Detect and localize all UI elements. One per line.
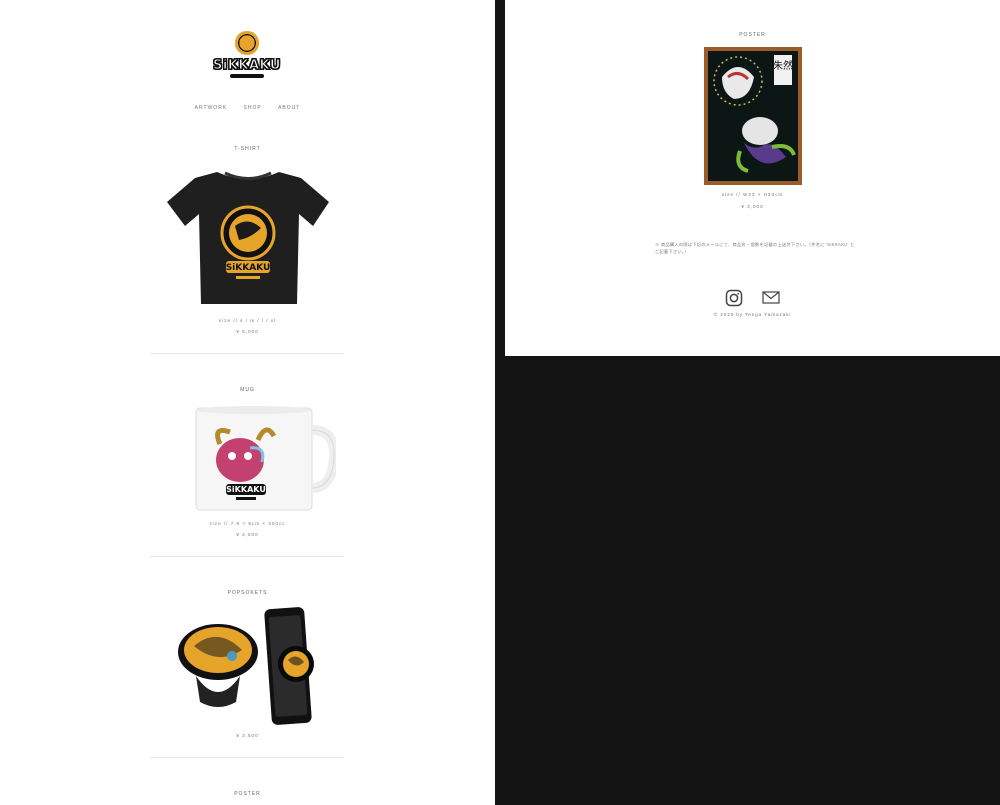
poster-image[interactable]: 朱然 — [704, 47, 802, 185]
poster-title-left: POSTER — [234, 791, 261, 797]
popsockets-title: POPSOKETS — [227, 590, 268, 596]
mail-icon[interactable] — [762, 291, 780, 304]
tshirt-image[interactable]: SiKKAKU — [165, 168, 331, 308]
site-logo[interactable]: SiKKAKU — [211, 27, 283, 87]
instagram-icon[interactable] — [725, 289, 743, 307]
logo-underline — [230, 74, 264, 78]
poster-size: size // W23 × H33cm — [721, 192, 784, 197]
logo-wordmark: SiKKAKU — [213, 58, 281, 74]
tshirt-title: T-SHIRT — [234, 146, 261, 152]
shop-page-left: SiKKAKU ARTWORK SHOP ABOUT T-SHIRT SiKKA… — [0, 0, 495, 805]
tshirt-size: size // s / m / l / xl — [218, 318, 277, 323]
nav-about[interactable]: ABOUT — [278, 105, 300, 111]
mug-size: size // 7.8 × 9cm × 300cc — [209, 521, 286, 526]
mug-image[interactable]: SiKKAKU — [190, 404, 336, 514]
section-divider — [150, 757, 344, 758]
popsockets-price: ¥ 3,500 — [236, 733, 259, 738]
nav-shop[interactable]: SHOP — [244, 105, 262, 111]
section-divider — [150, 556, 344, 557]
poster-kanji: 朱然 — [773, 59, 793, 72]
mug-price: ¥ 3,500 — [236, 532, 259, 537]
shop-page-right: POSTER 朱然 size // W23 × H33cm ¥ 3,000 ※ … — [505, 0, 1000, 356]
logo-emblem — [235, 31, 259, 55]
popsockets-image[interactable] — [174, 606, 322, 726]
nav-artwork[interactable]: ARTWORK — [195, 105, 227, 111]
tshirt-price: ¥ 5,000 — [236, 329, 259, 334]
mug-title: MUG — [240, 387, 255, 393]
order-note: ※ 商品購入の際は下記のメールにて、商品名・個数を記載の上送付下さい。（件名に … — [655, 242, 855, 254]
poster-title: POSTER — [739, 32, 766, 38]
footer-copyright: © 2020 by Tenga Yamazaki — [713, 313, 792, 318]
main-nav: ARTWORK SHOP ABOUT — [0, 105, 495, 111]
tshirt-print-text: SiKKAKU — [226, 263, 271, 273]
poster-price: ¥ 3,000 — [741, 204, 764, 209]
mug-print-text: SiKKAKU — [226, 485, 266, 494]
section-divider — [150, 353, 344, 354]
